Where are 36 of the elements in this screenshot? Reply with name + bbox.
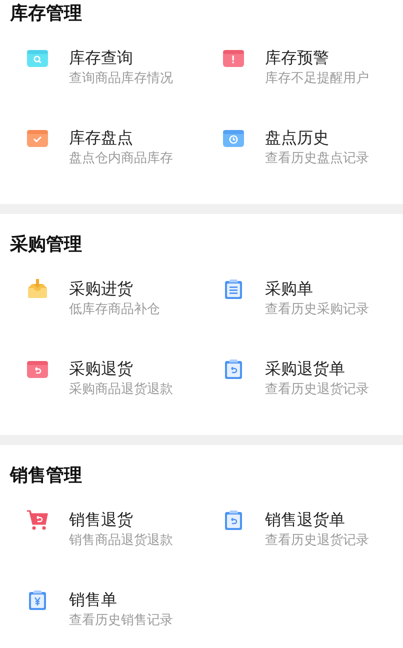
menu-item-description: 查询商品库存情况 — [69, 70, 173, 88]
menu-item-description: 盘点仓内商品库存 — [69, 150, 173, 168]
box-icon — [26, 127, 49, 149]
box-icon — [26, 358, 49, 380]
menu-item-description: 低库存商品补仓 — [69, 301, 160, 319]
clipboard-icon — [26, 589, 49, 611]
section-title: 采购管理 — [9, 233, 83, 257]
menu-item-title[interactable]: 采购单 — [265, 278, 369, 300]
menu-item-description: 查看历史退货记录 — [265, 381, 369, 399]
menu-item-description: 采购商品退货退款 — [69, 381, 173, 399]
menu-item-title[interactable]: 盘点历史 — [265, 127, 369, 149]
menu-item-title[interactable]: 采购退货单 — [265, 358, 369, 380]
section-title: 库存管理 — [8, 2, 83, 26]
menu-item-description: 查看历史采购记录 — [265, 301, 369, 319]
menu-item-title[interactable]: 销售退货单 — [265, 509, 369, 531]
menu-item-description: 销售商品退货退款 — [69, 532, 173, 550]
box-icon — [222, 127, 245, 149]
clipboard-icon — [222, 509, 245, 531]
menu-item-description: 查看历史盘点记录 — [265, 150, 369, 168]
menu-item-description: 查看历史销售记录 — [69, 612, 173, 630]
menu-item-title[interactable]: 采购进货 — [69, 278, 160, 300]
box-icon — [222, 47, 245, 69]
clipboard-icon — [222, 278, 245, 300]
tray-download-icon — [26, 278, 49, 300]
menu-item-title[interactable]: 销售单 — [69, 589, 173, 611]
menu-item-description: 查看历史退货记录 — [265, 532, 369, 550]
cart-icon — [26, 509, 49, 531]
menu-item-title[interactable]: 库存盘点 — [69, 127, 173, 149]
box-icon — [26, 47, 49, 69]
menu-item-title[interactable]: 采购退货 — [69, 358, 173, 380]
menu-item-title[interactable]: 销售退货 — [69, 509, 173, 531]
menu-item-title[interactable]: 库存查询 — [69, 47, 173, 69]
section-title: 销售管理 — [8, 464, 83, 488]
menu-item-description: 库存不足提醒用户 — [265, 70, 369, 88]
clipboard-icon — [222, 358, 245, 380]
menu-item-title[interactable]: 库存预警 — [265, 47, 369, 69]
